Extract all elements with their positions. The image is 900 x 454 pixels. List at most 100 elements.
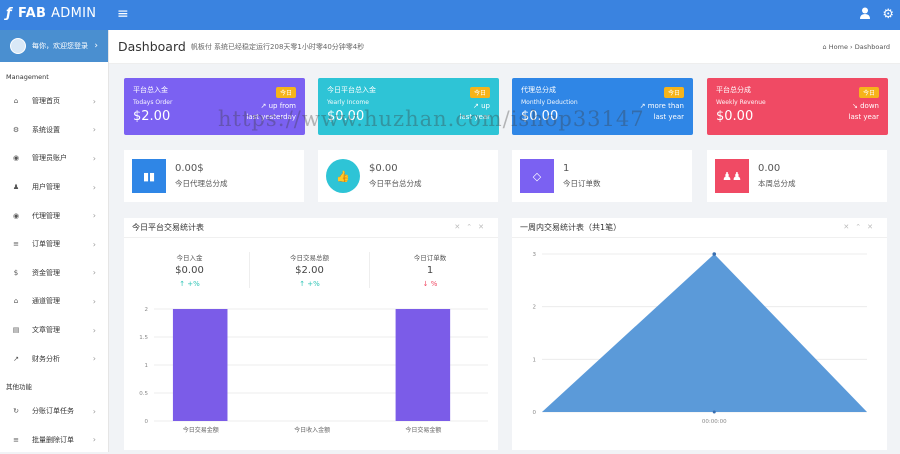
home-icon: ⌂ — [13, 97, 19, 106]
kpi-block: 今日订单数 1 ↓ % — [370, 252, 490, 288]
kpi-value: $0.00 — [175, 265, 204, 276]
summary-card[interactable]: 平台总分成 今日 Weekly Revenue $0.00 ↘ down last yea… — [707, 78, 888, 135]
money-bag-icon: $ — [13, 268, 19, 277]
chevron-right-icon: › — [92, 96, 96, 106]
breadcrumb-separator: › — [850, 43, 853, 51]
chevron-right-icon: › — [94, 41, 98, 51]
x-tick-label: 今日交易金额 — [183, 426, 219, 434]
list-icon: ≡ — [13, 240, 19, 249]
sidebar-item[interactable]: ≡ 批量删除订单 › — [0, 426, 108, 454]
chevron-right-icon: › — [92, 211, 96, 221]
sidebar-item[interactable]: ◉ 管理员账户 › — [0, 144, 108, 173]
bank-icon: ⌂ — [13, 297, 19, 306]
breadcrumb: ⌂ Home › Dashboard — [823, 43, 890, 51]
sidebar-item[interactable]: ⚙ 系统设置 › — [0, 116, 108, 145]
card-title: 代理总分成 — [521, 86, 556, 94]
sidebar-profile[interactable]: 每你，欢迎您登录 › — [0, 30, 108, 62]
card-value: $0.00 — [716, 109, 754, 124]
brand-suffix: ADMIN — [51, 6, 97, 21]
brand-logo[interactable]: ƒ FAB ADMIN — [6, 6, 96, 21]
refresh-icon: ↻ — [13, 407, 19, 416]
chevron-right-icon: › — [92, 182, 96, 192]
sidebar-item-label: 分账订单任务 — [32, 407, 74, 416]
area-series — [542, 254, 867, 412]
sidebar-item-label: 系统设置 — [32, 125, 60, 134]
card-trend: ↗ more than last year — [640, 101, 684, 123]
stat-value: $0.00 — [369, 163, 398, 174]
page-header: Dashboard 帆板付 系统已经稳定运行208天零1小时零40分钟零4秒 ⌂… — [109, 30, 900, 64]
stat-label: 今日平台总分成 — [369, 179, 422, 188]
card-trend-line1: ↘ down — [852, 102, 879, 110]
bar — [395, 309, 451, 421]
menu-toggle-icon[interactable]: ≡ — [117, 6, 129, 22]
chart-line-icon: ↗ — [13, 354, 19, 363]
sidebar-item[interactable]: ♟ 用户管理 › — [0, 173, 108, 202]
stat-box: ♟♟ 0.00 本周总分成 — [707, 150, 887, 202]
y-tick-label: 0 — [533, 410, 537, 416]
sidebar-item[interactable]: ⌂ 通道管理 › — [0, 287, 108, 316]
panel-controls[interactable]: ✕⌃✕ — [843, 223, 879, 231]
sidebar-item[interactable]: ◉ 代理管理 › — [0, 201, 108, 230]
y-tick-label: 2 — [533, 305, 537, 311]
sidebar-item-label: 订单管理 — [32, 240, 60, 249]
sidebar-item-label: 批量删除订单 — [32, 435, 74, 444]
page-subtitle: 帆板付 系统已经稳定运行208天零1小时零40分钟零4秒 — [190, 42, 365, 51]
sidebar-item-label: 管理员账户 — [32, 154, 67, 163]
shopping-bag-icon: ◇ — [520, 159, 554, 193]
kpi-block: 今日入金 $0.00 ↑ +% — [130, 252, 250, 288]
y-tick-label: 0.5 — [139, 391, 148, 397]
main-content: Dashboard 帆板付 系统已经稳定运行208天零1小时零40分钟零4秒 ⌂… — [109, 30, 900, 452]
chevron-right-icon: › — [92, 296, 96, 306]
x-tick-label: 今日交易金额 — [405, 426, 441, 434]
stat-value: 0.00$ — [175, 163, 204, 174]
home-icon: ⌂ — [822, 43, 827, 51]
section-heading-management: Management — [6, 73, 49, 81]
users-icon: ♟ — [12, 183, 20, 192]
chevron-right-icon: › — [92, 239, 96, 249]
sidebar-item-label: 文章管理 — [32, 326, 60, 335]
sidebar-item[interactable]: ⌂ 管理首页 › — [0, 87, 108, 116]
sidebar-item[interactable]: ↻ 分账订单任务 › — [0, 397, 108, 426]
card-trend-line1: ↗ more than — [639, 102, 684, 110]
stat-label: 今日代理总分成 — [175, 179, 228, 188]
sidebar-item[interactable]: ▤ 文章管理 › — [0, 316, 108, 345]
sidebar-item[interactable]: $ 资金管理 › — [0, 259, 108, 288]
stat-box: ◇ 1 今日订单数 — [512, 150, 692, 202]
sidebar-item[interactable]: ↗ 财务分析 › — [0, 344, 108, 373]
card-badge: 今日 — [469, 87, 490, 98]
kpi-trend: ↑ +% — [299, 280, 320, 288]
kpi-value: $2.00 — [295, 265, 324, 276]
daily-bar-chart: 0 0.5 1 1.5 2 今日交易金额 今日收入金额 今日交易金额 — [139, 307, 488, 434]
stat-label: 本周总分成 — [758, 179, 796, 188]
user-circle-icon: ◉ — [12, 154, 20, 163]
user-icon[interactable] — [860, 7, 870, 19]
user-icon: ◉ — [12, 211, 20, 220]
bar-chart-icon: ▮▮ — [132, 159, 166, 193]
card-subtitle: Monthly Deduction — [521, 99, 578, 106]
y-tick-label: 0 — [145, 419, 149, 425]
watermark-text: https://www.huzhan.com/ishop33147 — [218, 107, 645, 131]
kpi-label: 今日订单数 — [413, 254, 447, 262]
sidebar-item-label: 管理首页 — [32, 97, 60, 106]
kpi-trend: ↑ +% — [179, 280, 200, 288]
sidebar-item-label: 代理管理 — [32, 211, 60, 220]
card-subtitle: Yearly Income — [327, 99, 369, 106]
panel-weekly-stats: 一周内交易统计表（共1笔） ✕⌃✕ 0 1 2 3 00:00:00 — [512, 218, 887, 450]
thumbs-up-icon: 👍 — [326, 159, 360, 193]
breadcrumb-home[interactable]: Home — [829, 43, 848, 51]
stat-value: 1 — [563, 163, 570, 174]
card-title: 平台总入金 — [133, 86, 168, 94]
sidebar-item[interactable]: ≡ 订单管理 › — [0, 230, 108, 259]
card-value: $2.00 — [133, 109, 171, 124]
panel-controls[interactable]: ✕⌃✕ — [454, 223, 490, 231]
data-point — [712, 252, 717, 256]
y-tick-label: 3 — [533, 252, 537, 258]
chevron-right-icon: › — [92, 153, 96, 163]
page-title: Dashboard — [118, 39, 186, 54]
card-subtitle: Weekly Revenue — [716, 99, 766, 106]
panel-title: 一周内交易统计表（共1笔） — [520, 223, 622, 232]
chevron-right-icon: › — [92, 406, 96, 416]
card-subtitle: Todays Order — [133, 99, 173, 106]
y-tick-label: 2 — [145, 307, 149, 313]
gear-icon[interactable]: ⚙ — [882, 7, 894, 22]
